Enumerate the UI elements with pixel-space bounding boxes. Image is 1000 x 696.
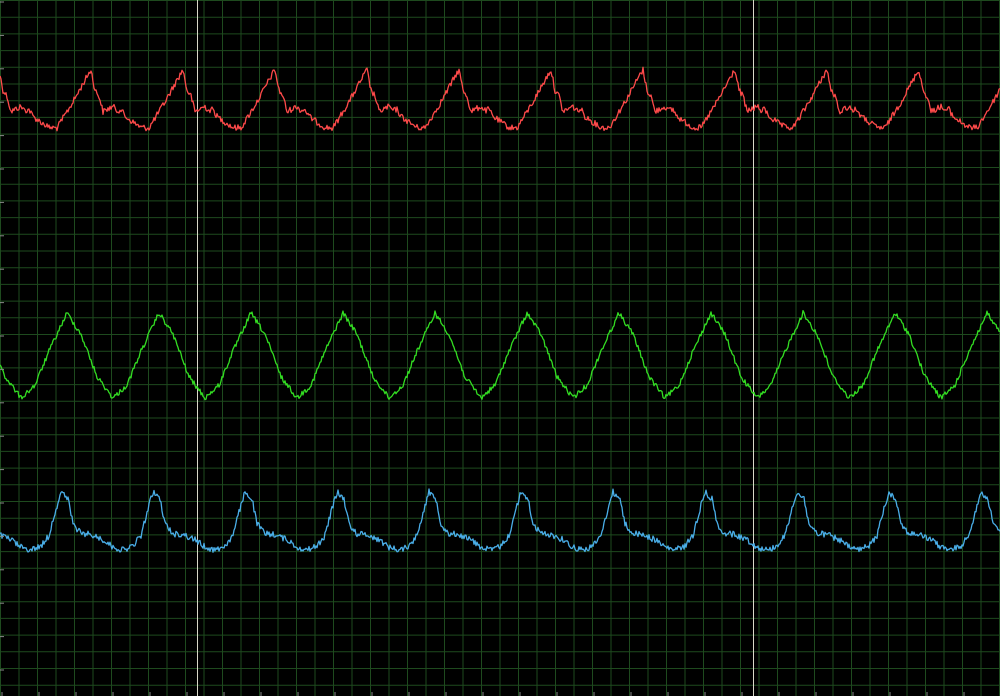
oscilloscope-display (0, 0, 1000, 696)
